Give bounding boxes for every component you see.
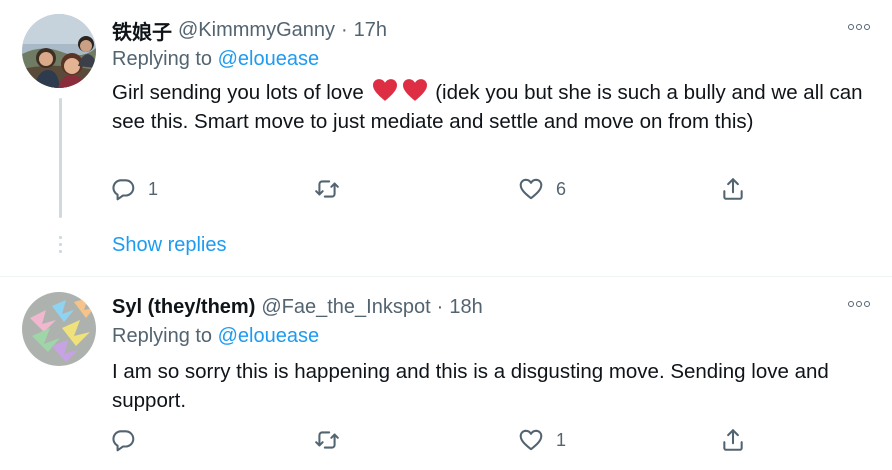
separator: · bbox=[341, 18, 348, 41]
like-count: 1 bbox=[556, 429, 567, 450]
show-replies-link[interactable]: Show replies bbox=[112, 234, 227, 257]
tweet-2[interactable]: Syl (they/them) @Fae_the_Inkspot · 18h R… bbox=[0, 277, 892, 470]
reply-button[interactable]: 1 bbox=[110, 176, 158, 202]
more-options-icon[interactable] bbox=[848, 24, 870, 30]
reply-button[interactable] bbox=[110, 427, 148, 453]
thread-dots bbox=[59, 236, 62, 257]
more-options-icon[interactable] bbox=[848, 301, 870, 307]
replying-prefix: Replying to bbox=[112, 48, 213, 70]
author-handle[interactable]: @KimmmyGanny bbox=[178, 19, 335, 42]
author-name[interactable]: Syl (they/them) bbox=[112, 296, 255, 319]
separator: · bbox=[436, 295, 444, 318]
avatar[interactable] bbox=[22, 292, 96, 366]
author-handle[interactable]: @Fae_the_Inkspot bbox=[261, 296, 430, 319]
share-icon bbox=[723, 429, 743, 451]
retweet-icon bbox=[315, 180, 339, 198]
mention-link[interactable]: @elouease bbox=[218, 325, 319, 347]
replying-prefix: Replying to bbox=[112, 325, 213, 347]
reply-icon bbox=[112, 179, 135, 201]
tweet-text-part-1: Girl sending you lots of love bbox=[112, 81, 364, 104]
mention-link[interactable]: @elouease bbox=[218, 48, 319, 70]
tweet-1[interactable]: 铁娘子 @KimmmyGanny · 17h Replying to @elou… bbox=[0, 0, 892, 276]
like-button[interactable]: 6 bbox=[518, 176, 566, 202]
tweet-header: Syl (they/them) @Fae_the_Inkspot · 18h bbox=[112, 292, 483, 322]
reply-count: 1 bbox=[148, 178, 159, 199]
red-heart-emoji-icon bbox=[402, 79, 427, 101]
tweet-actions: 1 6 bbox=[110, 176, 750, 206]
replying-to: Replying to @elouease bbox=[112, 325, 319, 348]
retweet-button[interactable] bbox=[314, 427, 352, 453]
tweet-header: 铁娘子 @KimmmyGanny · 17h bbox=[112, 15, 387, 45]
tweet-actions: 1 bbox=[110, 427, 750, 457]
thread-line bbox=[59, 98, 62, 218]
avatar-photo-icon bbox=[22, 14, 96, 88]
tweet-text: Girl sending you lots of love (idek you … bbox=[112, 78, 872, 136]
replying-to: Replying to @elouease bbox=[112, 48, 319, 71]
reply-icon bbox=[112, 430, 135, 452]
like-count: 6 bbox=[556, 178, 567, 199]
timestamp[interactable]: 17h bbox=[354, 19, 387, 42]
share-icon bbox=[723, 178, 743, 200]
tweet-text: I am so sorry this is happening and this… bbox=[112, 360, 829, 412]
share-button[interactable] bbox=[720, 176, 746, 202]
retweet-button[interactable] bbox=[314, 176, 352, 202]
like-button[interactable]: 1 bbox=[518, 427, 566, 453]
author-name[interactable]: 铁娘子 bbox=[112, 16, 172, 45]
timestamp[interactable]: 18h bbox=[449, 296, 482, 319]
retweet-icon bbox=[315, 431, 339, 449]
like-heart-icon bbox=[519, 429, 543, 451]
avatar-paper-cranes-icon bbox=[22, 292, 96, 366]
share-button[interactable] bbox=[720, 427, 746, 453]
like-heart-icon bbox=[519, 178, 543, 200]
avatar[interactable] bbox=[22, 14, 96, 88]
red-heart-emoji-icon bbox=[372, 79, 397, 101]
